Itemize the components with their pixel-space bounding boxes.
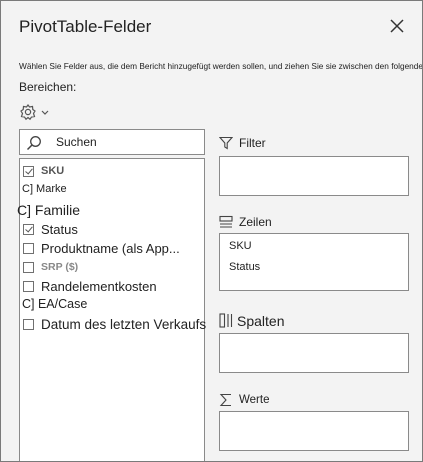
values-drop-zone[interactable]: [219, 411, 409, 451]
values-area-header: Werte: [219, 393, 269, 407]
rows-area-label: Zeilen: [239, 215, 272, 229]
columns-drop-zone[interactable]: [219, 333, 409, 373]
filter-drop-zone[interactable]: [219, 156, 409, 196]
filter-area-header: Filter: [219, 136, 266, 150]
rows-item[interactable]: SKU: [229, 240, 252, 252]
settings-gear-icon[interactable]: [19, 102, 55, 122]
field-label: Produktname (als App...: [41, 241, 180, 256]
field-label: Randelementkosten: [41, 279, 157, 294]
field-item-marke[interactable]: C] Marke: [20, 183, 67, 195]
close-icon[interactable]: [389, 18, 405, 34]
field-item-produktname[interactable]: Produktname (als App...: [20, 241, 180, 256]
values-area-label: Werte: [239, 394, 270, 406]
field-item-status[interactable]: Status: [20, 222, 78, 237]
field-item-sku[interactable]: SKU: [20, 165, 64, 177]
field-item-randelementkosten[interactable]: Randelementkosten: [20, 279, 157, 294]
field-checkbox[interactable]: [23, 261, 34, 273]
filter-area-label: Filter: [239, 136, 266, 150]
rows-drop-zone[interactable]: SKU Status: [219, 233, 409, 291]
field-item-datum-letzter-verkauf[interactable]: Datum des letzten Verkaufs: [20, 317, 206, 332]
instructions-text: Wählen Sie Felder aus, die dem Bericht h…: [19, 61, 423, 71]
pivottable-fields-pane: PivotTable-Felder Wählen Sie Felder aus,…: [0, 0, 423, 462]
field-label: SRP ($): [41, 261, 79, 273]
field-item-familie[interactable]: C] Familie: [17, 202, 80, 218]
pane-title: PivotTable-Felder: [19, 17, 152, 36]
field-label: C] Marke: [22, 183, 67, 195]
field-label: SKU: [41, 165, 65, 177]
rows-icon: [219, 215, 233, 228]
field-search-box[interactable]: [19, 129, 205, 155]
field-item-srp[interactable]: SRP ($): [20, 261, 78, 273]
areas-label: Bereichen:: [19, 80, 77, 94]
columns-area-label: Spalten: [237, 313, 285, 329]
sigma-icon: [219, 393, 231, 407]
field-label: Datum des letzten Verkaufs: [41, 317, 207, 332]
columns-area-header: Spalten: [219, 313, 284, 329]
field-checkbox[interactable]: [23, 224, 34, 235]
field-checkbox[interactable]: [23, 281, 34, 292]
columns-icon: [219, 313, 233, 328]
search-icon: [26, 136, 41, 151]
chevron-down-icon: [41, 110, 49, 115]
filter-icon: [219, 136, 233, 150]
search-input[interactable]: [56, 133, 196, 151]
field-label: Status: [41, 222, 78, 237]
rows-item[interactable]: Status: [229, 261, 260, 273]
field-label: C] EA/Case: [22, 297, 88, 311]
field-list[interactable]: SKU C] Marke C] Familie Status Produktna…: [17, 158, 206, 461]
field-checkbox[interactable]: [23, 165, 34, 177]
field-checkbox[interactable]: [23, 243, 34, 254]
field-checkbox[interactable]: [23, 319, 34, 330]
field-item-ea-case[interactable]: C] EA/Case: [20, 297, 87, 311]
field-label: C] Familie: [17, 202, 81, 218]
rows-area-header: Zeilen: [219, 215, 272, 229]
